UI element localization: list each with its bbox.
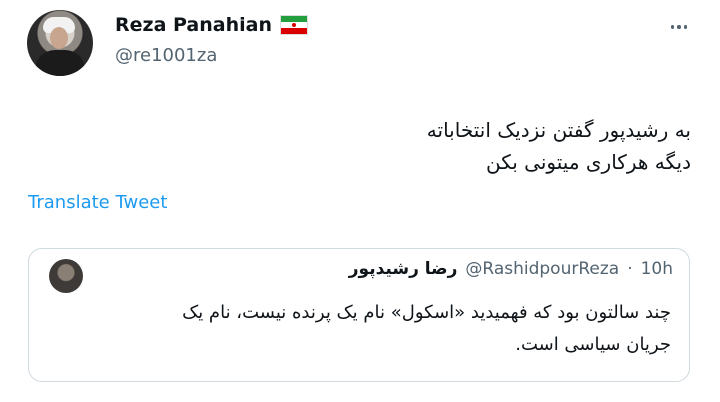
quoted-author-name[interactable]: رضا رشیدپور	[349, 259, 458, 279]
quoted-tweet-time[interactable]: 10h	[641, 259, 673, 279]
iran-flag-icon	[279, 15, 308, 35]
quoted-line-1: چند سالتون بود که فهمیدید «اسکول» نام یک…	[182, 302, 671, 323]
author-handle[interactable]: @re1001za	[115, 45, 217, 66]
more-options-icon[interactable]	[664, 12, 694, 42]
author-name-row[interactable]: Reza Panahian	[115, 12, 308, 38]
quoted-tweet-text: چند سالتون بود که فهمیدید «اسکول» نام یک…	[51, 297, 671, 361]
quoted-author-avatar[interactable]	[49, 259, 83, 293]
author-name[interactable]: Reza Panahian	[115, 12, 272, 38]
quoted-line-2: جریان سیاسی است.	[515, 334, 671, 355]
author-avatar[interactable]	[27, 10, 93, 76]
tweet-line-1: به رشیدپور گفتن نزدیک انتخاباته	[426, 118, 691, 142]
translate-tweet-link[interactable]: Translate Tweet	[28, 192, 167, 213]
tweet-line-2: دیگه هرکاری میتونی بکن	[485, 150, 691, 174]
quoted-tweet-card[interactable]: رضا رشیدپور @RashidpourReza · 10h چند سا…	[28, 248, 690, 382]
quoted-author-handle[interactable]: @RashidpourReza	[465, 259, 619, 279]
separator-dot: ·	[627, 259, 633, 279]
quoted-tweet-header: رضا رشیدپور @RashidpourReza · 10h	[349, 259, 673, 279]
tweet-text: به رشیدپور گفتن نزدیک انتخاباته دیگه هرک…	[71, 114, 691, 178]
